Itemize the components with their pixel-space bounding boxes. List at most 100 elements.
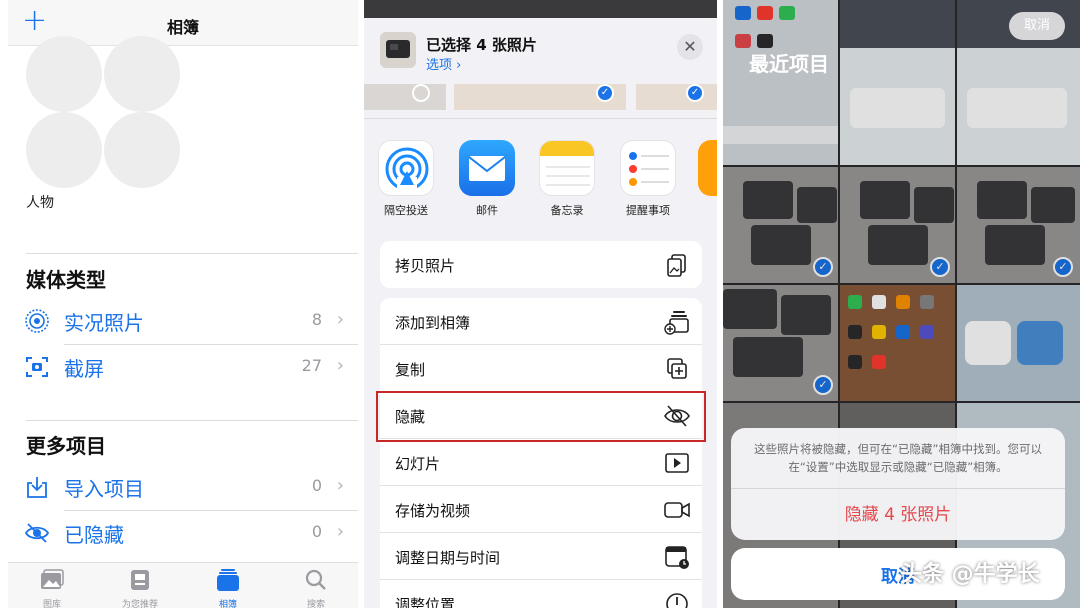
- action-label: 存储为视频: [395, 502, 471, 520]
- tab-bar: 图库 为您推荐 相簿 搜索: [8, 562, 358, 608]
- share-app-reminders[interactable]: 提醒事项: [620, 140, 680, 218]
- tab-label: 相簿: [218, 600, 237, 608]
- copy-photo-icon: [667, 254, 686, 277]
- action-slideshow[interactable]: 幻灯片: [380, 439, 702, 486]
- app-label: 隔空投送: [384, 204, 428, 217]
- hide-confirmation-sheet: 这些照片将被隐藏，但可在“已隐藏”相簿中找到。您可以在“设置”中选取显示或隐藏“…: [731, 428, 1065, 540]
- mail-icon: [459, 140, 515, 196]
- import-icon: [27, 477, 47, 498]
- action-adjust-date-time[interactable]: 调整日期与时间: [380, 533, 702, 580]
- alert-message: 这些照片将被隐藏，但可在“已隐藏”相簿中找到。您可以在“设置”中选取显示或隐藏“…: [754, 442, 1042, 474]
- person-face[interactable]: [104, 112, 180, 188]
- share-app-mail[interactable]: 邮件: [459, 140, 519, 218]
- unselected-circle-icon[interactable]: [412, 84, 430, 102]
- close-icon[interactable]: ✕: [677, 34, 703, 60]
- library-icon: [41, 569, 64, 589]
- options-link[interactable]: 选项 ›: [426, 54, 461, 73]
- album-row-live-photos[interactable]: 实况照片 8 ›: [24, 300, 358, 344]
- share-app-more[interactable]: [698, 140, 717, 196]
- album-row-count: 27: [301, 356, 322, 375]
- checkmark-icon[interactable]: ✓: [596, 84, 614, 102]
- tab-label: 搜索: [306, 600, 325, 608]
- hide-photos-button[interactable]: 隐藏 4 张照片: [731, 500, 1065, 525]
- tab-search[interactable]: 搜索: [272, 563, 358, 608]
- action-duplicate[interactable]: 复制: [380, 345, 702, 392]
- selected-photo-thumbnail: [380, 32, 416, 68]
- album-row-label: 导入项目: [64, 477, 144, 501]
- tab-label: 图库: [42, 600, 61, 608]
- chevron-right-icon: ›: [336, 355, 344, 376]
- checkmark-icon[interactable]: ✓: [686, 84, 704, 102]
- app-label: 备忘录: [550, 204, 584, 217]
- share-sheet-header: 已选择 4 张照片 选项 › ✕: [364, 18, 717, 84]
- divider: [364, 118, 717, 119]
- app-label: 邮件: [476, 204, 498, 217]
- tab-label: 为您推荐: [121, 600, 158, 608]
- reminders-icon: [620, 140, 676, 196]
- location-icon: [666, 593, 688, 608]
- airdrop-icon: [378, 140, 434, 196]
- search-icon: [305, 569, 326, 590]
- photo-thumbnail[interactable]: [364, 84, 446, 110]
- person-face[interactable]: [26, 36, 102, 112]
- notes-icon: [539, 140, 595, 196]
- album-row-label: 已隐藏: [64, 523, 124, 547]
- person-face[interactable]: [26, 112, 102, 188]
- action-label: 添加到相簿: [395, 314, 471, 332]
- action-label: 拷贝照片: [395, 257, 456, 275]
- video-icon: [664, 502, 690, 518]
- page-title: 最近项目: [749, 52, 829, 76]
- album-row-label: 实况照片: [64, 311, 144, 335]
- duplicate-icon: [667, 358, 687, 379]
- person-face[interactable]: [104, 36, 180, 112]
- action-adjust-location[interactable]: 调整位置: [380, 580, 702, 608]
- share-app-airdrop[interactable]: 隔空投送: [378, 140, 438, 218]
- watermark: 头条 @牛学长: [900, 562, 1040, 587]
- albums-panel: + 相簿 人物 媒体类型 实况照片 8 › 截屏 27 › 更多项目 导入项目 …: [8, 0, 358, 608]
- hidden-eye-icon: [24, 523, 50, 543]
- divider: [26, 420, 358, 421]
- add-to-album-icon: [664, 311, 689, 335]
- divider: [731, 488, 1065, 489]
- action-group-main: 添加到相簿 复制 隐藏 幻灯片 存储为视频 调整日期与时间 调整位置: [380, 298, 702, 608]
- action-label: 幻灯片: [395, 455, 441, 473]
- media-types-title: 媒体类型: [26, 268, 106, 292]
- albums-icon: [217, 569, 239, 591]
- album-row-hidden[interactable]: 已隐藏 0 ›: [24, 512, 358, 556]
- background-photos: [364, 0, 717, 18]
- album-row-label: 截屏: [64, 357, 104, 381]
- action-label: 调整位置: [395, 596, 456, 608]
- share-app-notes[interactable]: 备忘录: [539, 140, 599, 218]
- album-row-count: 0: [311, 522, 322, 541]
- action-save-as-video[interactable]: 存储为视频: [380, 486, 702, 533]
- calendar-clock-icon: [665, 546, 689, 569]
- divider: [26, 253, 358, 254]
- recent-items-panel: ✓ ✓ ✓ ✓ 最近项目 取消 这些照片将被隐藏，但可在“已隐藏”相簿中找到。您…: [723, 0, 1080, 608]
- chevron-right-icon: ›: [336, 521, 344, 542]
- cancel-select-button[interactable]: 取消: [1009, 12, 1065, 40]
- album-row-count: 8: [311, 310, 322, 329]
- tab-library[interactable]: 图库: [8, 563, 96, 608]
- for-you-icon: [131, 570, 149, 590]
- tab-for-you[interactable]: 为您推荐: [96, 563, 184, 608]
- more-items-title: 更多项目: [26, 434, 106, 458]
- album-row-screenshots[interactable]: 截屏 27 ›: [24, 346, 358, 390]
- photo-thumbnail[interactable]: [636, 84, 717, 110]
- album-row-imports[interactable]: 导入项目 0 ›: [24, 466, 358, 510]
- chevron-right-icon: ›: [336, 475, 344, 496]
- page-title: 相簿: [166, 18, 199, 37]
- tab-albums[interactable]: 相簿: [184, 563, 272, 608]
- divider: [64, 510, 358, 511]
- screenshot-icon: [26, 357, 48, 377]
- action-label: 调整日期与时间: [395, 549, 501, 567]
- action-add-to-album[interactable]: 添加到相簿: [380, 298, 702, 345]
- slideshow-icon: [665, 453, 689, 473]
- app-label: 提醒事项: [626, 204, 670, 217]
- share-sheet-panel: 已选择 4 张照片 选项 › ✕ ✓ ✓ 隔空投送 邮件 备忘录 提醒事项 拷贝…: [364, 0, 717, 608]
- chevron-right-icon: ›: [336, 309, 344, 330]
- action-copy-photo[interactable]: 拷贝照片: [380, 241, 702, 288]
- photo-strip[interactable]: ✓ ✓: [364, 84, 717, 110]
- app-partial-icon: [698, 140, 717, 196]
- people-label[interactable]: 人物: [26, 192, 54, 212]
- hide-highlight-box: [376, 391, 706, 442]
